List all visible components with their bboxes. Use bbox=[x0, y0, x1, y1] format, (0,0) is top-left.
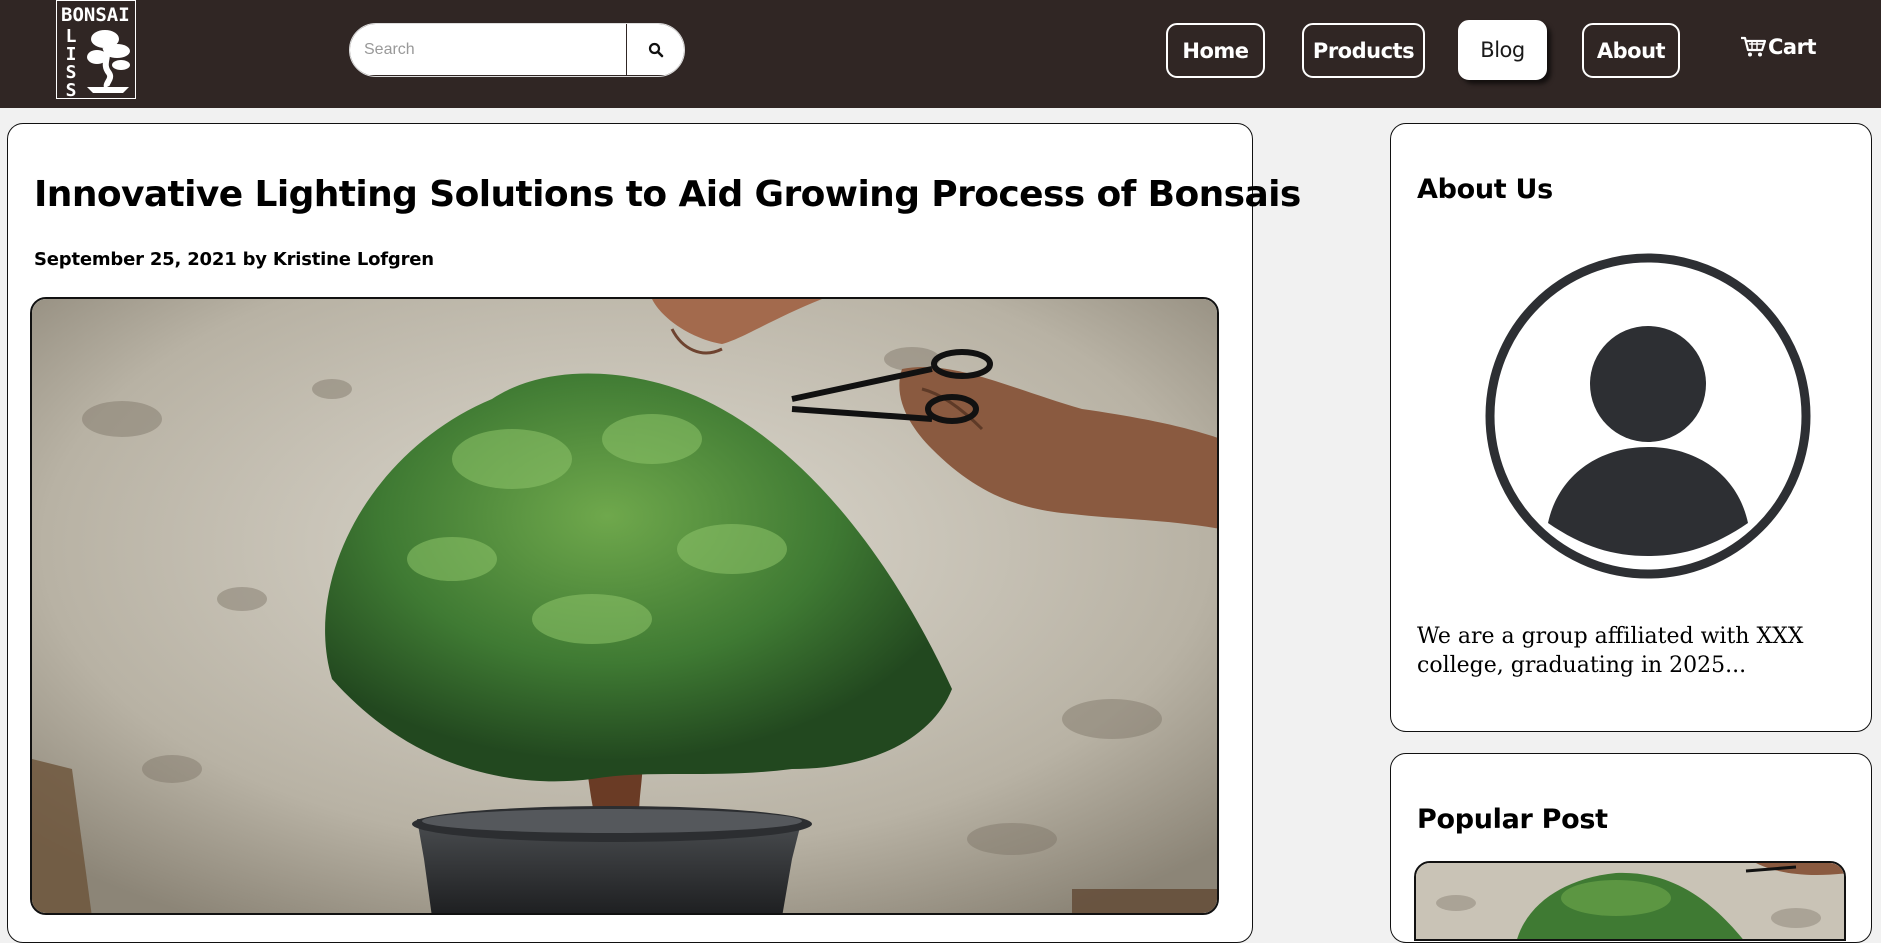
nav-products-button[interactable]: Products bbox=[1302, 23, 1425, 78]
about-us-heading: About Us bbox=[1417, 174, 1553, 205]
cart-label: Cart bbox=[1768, 35, 1816, 59]
post-title: Innovative Lighting Solutions to Aid Gro… bbox=[34, 174, 1301, 215]
logo-letter: S bbox=[65, 80, 77, 101]
nav-home-button[interactable]: Home bbox=[1166, 23, 1265, 78]
bonsai-pruning-photo bbox=[32, 299, 1217, 913]
logo-side-letters: L I S S bbox=[64, 28, 78, 100]
cart-link[interactable]: Cart bbox=[1740, 35, 1816, 59]
user-avatar-icon bbox=[1485, 253, 1811, 579]
about-us-text: We are a group affiliated with XXX colle… bbox=[1417, 624, 1804, 678]
shopping-cart-icon bbox=[1741, 36, 1766, 57]
search-input[interactable] bbox=[350, 24, 626, 75]
post-meta: September 25, 2021 by Kristine Lofgren bbox=[34, 249, 434, 270]
about-us-card: About Us We are a group affiliated with … bbox=[1390, 123, 1872, 732]
popular-post-image[interactable] bbox=[1414, 861, 1846, 941]
nav-blog-button[interactable]: Blog bbox=[1458, 20, 1547, 80]
site-logo[interactable]: BONSAI L I S S bbox=[56, 0, 136, 100]
nav-about-button[interactable]: About bbox=[1582, 23, 1680, 78]
bonsai-pruning-thumbnail bbox=[1416, 863, 1844, 939]
search-box bbox=[349, 23, 685, 77]
search-icon bbox=[648, 42, 663, 57]
post-hero-image bbox=[30, 297, 1219, 915]
site-header: BONSAI L I S S Home Products Blog About bbox=[0, 0, 1881, 108]
search-button[interactable] bbox=[627, 24, 684, 75]
logo-word: BONSAI bbox=[61, 4, 130, 26]
bonsai-tree-icon bbox=[87, 30, 130, 93]
popular-post-heading: Popular Post bbox=[1417, 804, 1608, 835]
